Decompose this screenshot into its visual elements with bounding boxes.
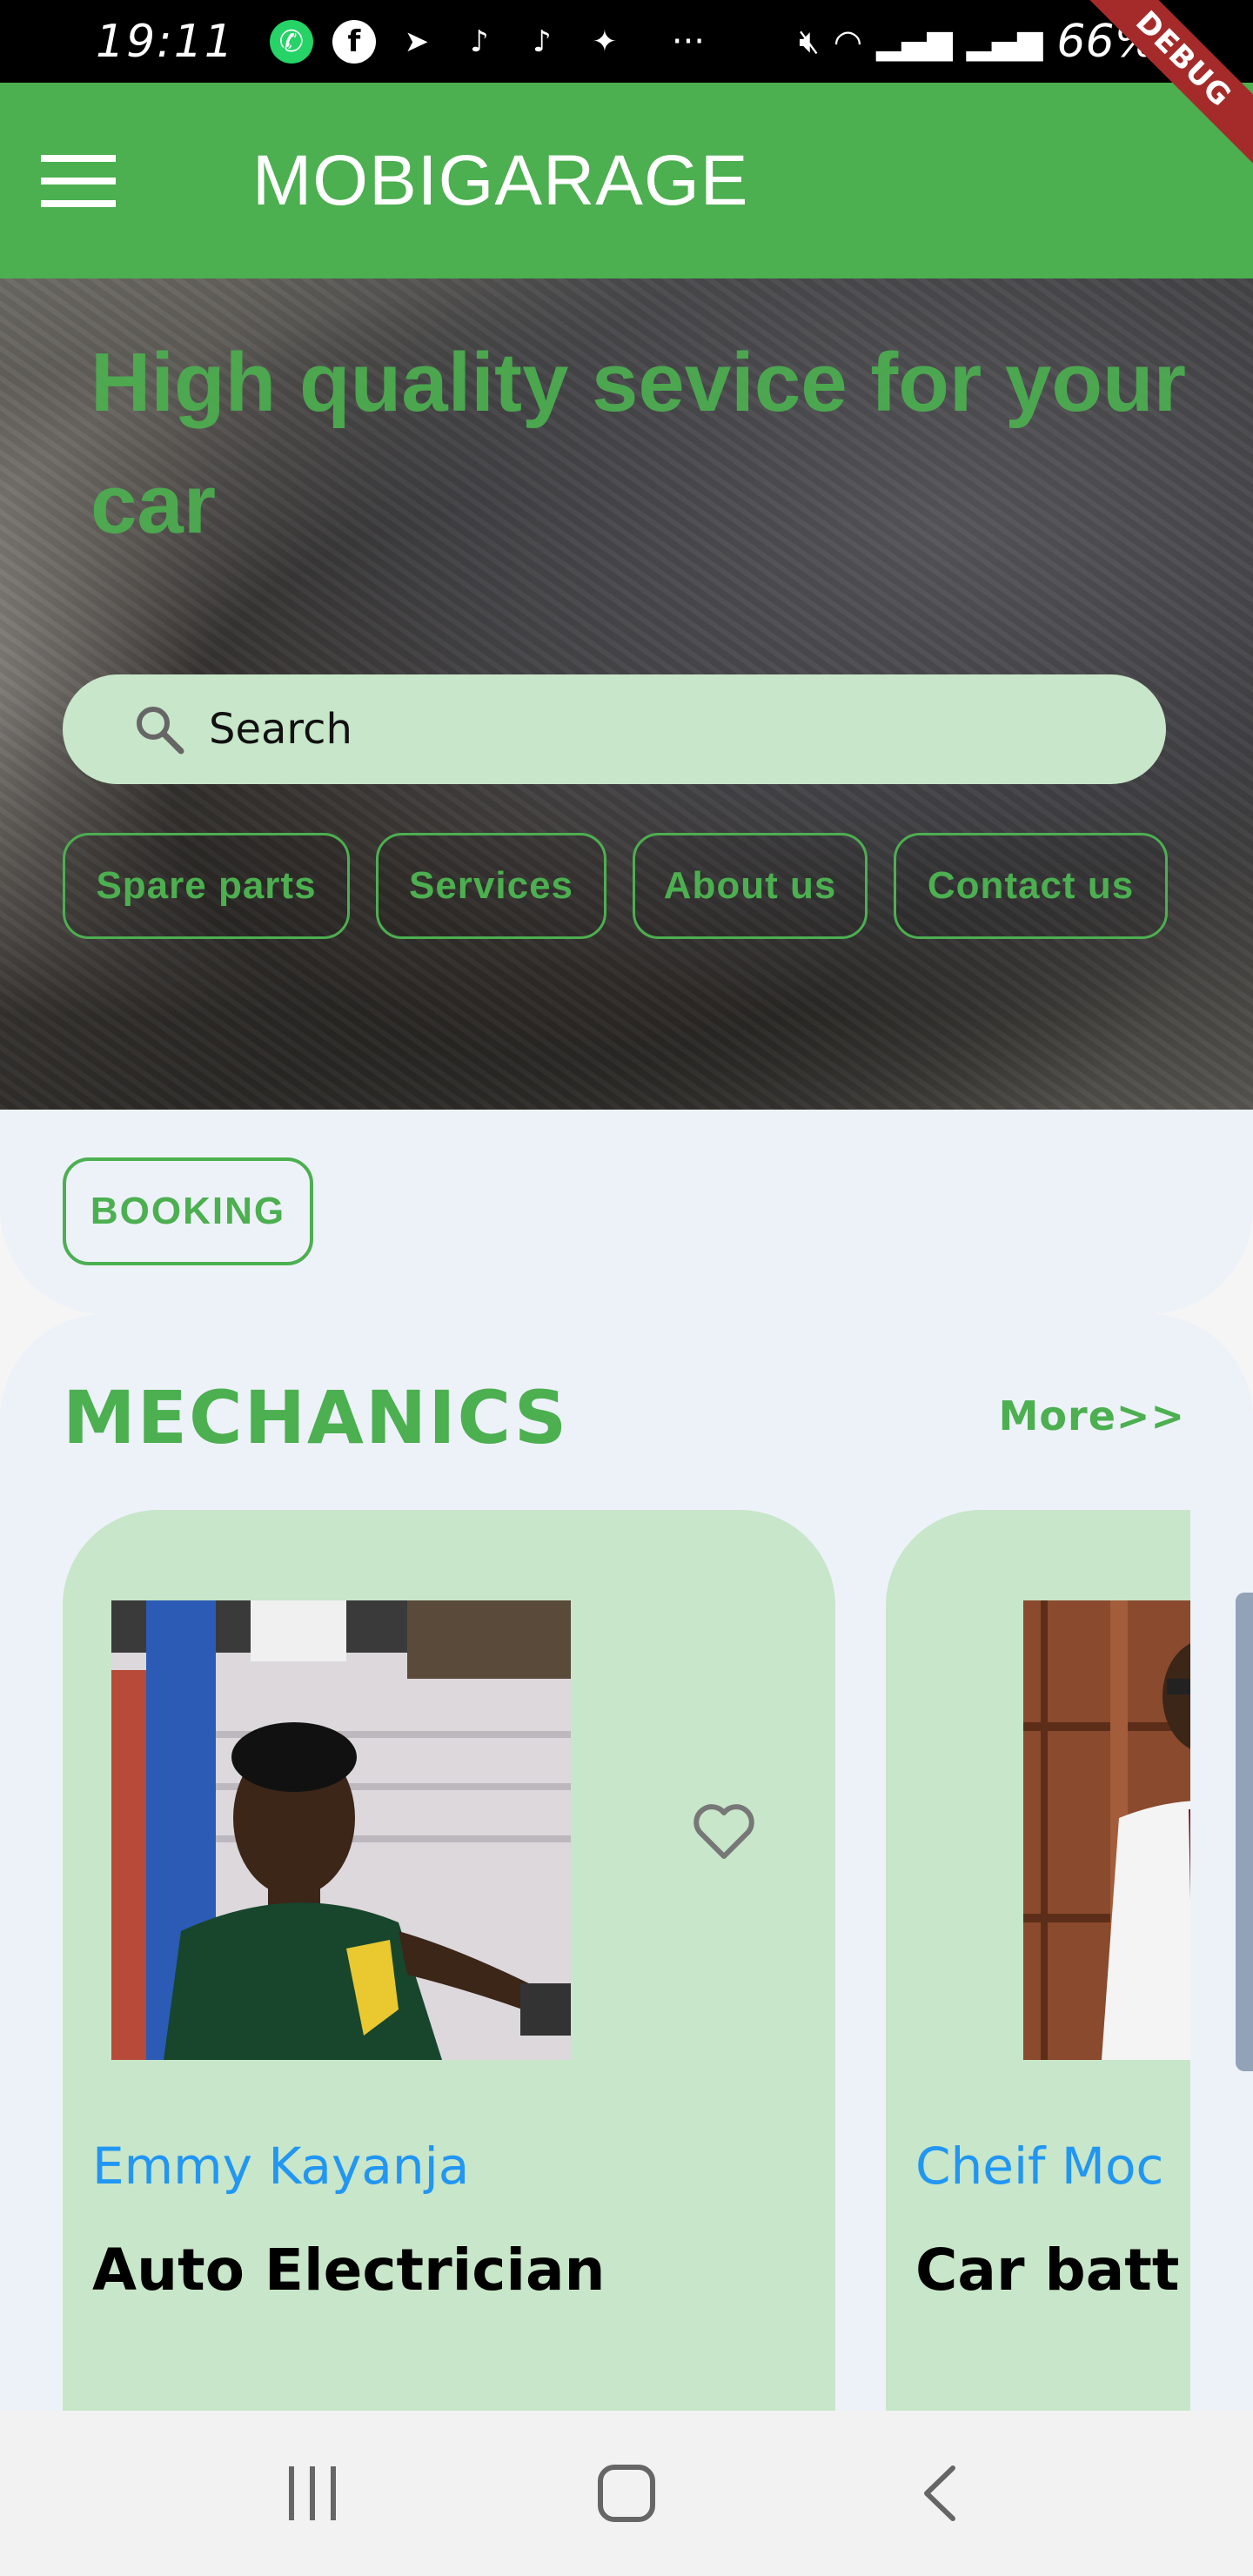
hamburger-menu-icon[interactable]: [0, 83, 157, 278]
mechanic-name: Emmy Kayanja: [92, 2137, 470, 2196]
facebook-icon: f: [332, 19, 376, 64]
search-icon: [137, 707, 184, 755]
signal-icon: ▂▄▆: [876, 22, 953, 61]
system-navigation-bar: [0, 2411, 1253, 2576]
category-chips: Spare parts Services About us Contact us: [63, 833, 1168, 939]
status-system-icons: 🔇︎ ◠ ▂▄▆ ▂▄▆ 66%: [799, 16, 1157, 68]
mechanic-name: Cheif Moc: [915, 2137, 1164, 2196]
more-link[interactable]: More>>: [999, 1392, 1185, 1439]
back-icon[interactable]: [888, 2441, 992, 2546]
hero-title: High quality sevice for your car: [90, 336, 1186, 551]
status-time: 19:11: [96, 15, 235, 68]
telegram-icon: ➤: [404, 23, 430, 59]
wifi-icon: ◠: [833, 22, 863, 61]
mute-icon: 🔇︎: [798, 22, 820, 60]
search-input[interactable]: [209, 705, 1079, 754]
mechanic-card[interactable]: Emmy Kayanja Auto Electrician: [63, 1510, 835, 2411]
search-bar[interactable]: [63, 674, 1166, 784]
signal-icon: ▂▄▆: [966, 22, 1043, 61]
app-screen: 19:11 ✆ f ➤ ♪ ♪ ✦ ··· 🔇︎ ◠ ▂▄▆ ▂▄▆ 66% D…: [0, 0, 1253, 2576]
mechanics-carousel[interactable]: Emmy Kayanja Auto Electrician Cheif Moc …: [63, 1510, 1190, 2411]
chip-spare-parts[interactable]: Spare parts: [63, 833, 350, 939]
status-bar: 19:11 ✆ f ➤ ♪ ♪ ✦ ··· 🔇︎ ◠ ▂▄▆ ▂▄▆ 66% D…: [0, 0, 1253, 169]
heart-icon[interactable]: [689, 1797, 759, 1867]
chip-about-us[interactable]: About us: [633, 833, 868, 939]
whatsapp-icon: ✆: [269, 19, 313, 64]
mechanic-photo: [111, 1600, 571, 2060]
mechanic-card[interactable]: Cheif Moc Car batt: [886, 1510, 1190, 2411]
status-notification-icons: ✆ f ➤ ♪ ♪ ✦ ···: [269, 19, 706, 64]
booking-section: BOOKING: [0, 1110, 1253, 1314]
tiktok-icon: ♪: [470, 23, 489, 59]
mechanics-section: MECHANICS More>> Emmy Kayanja Auto Elect…: [0, 1314, 1253, 2411]
scrollbar-thumb[interactable]: [1236, 1593, 1253, 2071]
home-icon[interactable]: [574, 2441, 679, 2546]
mechanic-role: Auto Electrician: [92, 2237, 606, 2304]
chip-contact-us[interactable]: Contact us: [894, 833, 1168, 939]
section-title: MECHANICS: [63, 1375, 569, 1460]
tiktok-icon: ♪: [533, 23, 552, 59]
booking-button[interactable]: BOOKING: [63, 1157, 313, 1265]
mechanic-role: Car batt: [915, 2237, 1180, 2304]
recent-apps-icon[interactable]: [261, 2441, 365, 2546]
more-notifications-icon: ···: [671, 21, 706, 62]
app-bar: MOBIGARAGE: [0, 83, 1253, 278]
app-title: MOBIGARAGE: [252, 140, 749, 220]
chip-services[interactable]: Services: [376, 833, 606, 939]
hero-banner: High quality sevice for your car Spare p…: [0, 278, 1253, 1110]
mechanic-photo: [1023, 1600, 1190, 2060]
twitter-icon: ✦: [592, 23, 618, 59]
